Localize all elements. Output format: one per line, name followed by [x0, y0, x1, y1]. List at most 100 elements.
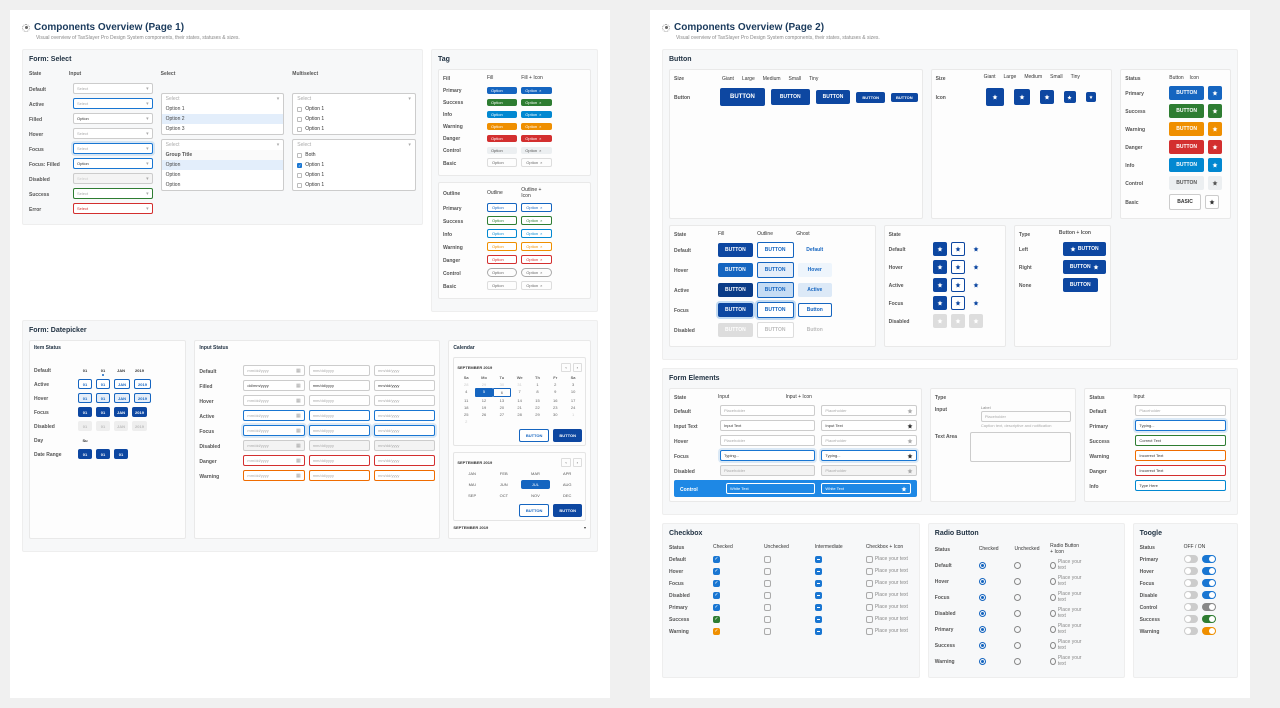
date-chip[interactable]: 01 — [78, 449, 92, 459]
select-option[interactable]: Option 3 — [162, 124, 284, 134]
checkbox[interactable]: ✓ — [713, 556, 720, 563]
tag[interactable]: Option × — [521, 242, 551, 251]
date-chip[interactable]: 2019 — [132, 407, 147, 417]
checkbox[interactable]: ✓ — [713, 568, 720, 575]
calendar-month-cell[interactable]: JAN — [457, 469, 487, 478]
calendar-day[interactable]: 8 — [529, 388, 547, 397]
calendar-day[interactable]: 12 — [475, 397, 493, 404]
date-chip[interactable]: JAN — [114, 393, 130, 403]
calendar-day[interactable]: 7 — [511, 388, 529, 397]
calendar-day[interactable]: 27 — [493, 411, 511, 418]
radio[interactable] — [1014, 562, 1021, 569]
multiselect-dropdown[interactable]: Select▾ Option 1 Option 1 Option 1 — [292, 93, 416, 135]
icon-button[interactable] — [1086, 92, 1096, 102]
calendar-day[interactable]: 9 — [546, 388, 564, 397]
date-input[interactable]: mm/dd/yyyy — [309, 425, 370, 436]
tag[interactable]: Option × — [521, 158, 551, 167]
chevron-left-icon[interactable]: ‹ — [561, 458, 570, 467]
icon-button[interactable] — [933, 242, 947, 256]
button[interactable]: BUTTON — [718, 303, 753, 317]
button[interactable]: BUTTON — [718, 263, 753, 277]
date-input[interactable]: mm/dd/yyyy▦ — [243, 410, 304, 421]
select-option[interactable]: Option — [162, 170, 284, 180]
date-input[interactable]: mm/dd/yyyy — [374, 425, 435, 436]
button[interactable]: Active — [798, 283, 833, 297]
select-dropdown[interactable]: Select▾ Group Title Option Option Option — [161, 139, 285, 191]
tag[interactable]: Option × — [521, 281, 551, 290]
tag[interactable]: Option × — [521, 229, 551, 238]
button[interactable]: Button — [798, 323, 833, 337]
date-chip[interactable]: 2019 — [134, 379, 151, 389]
radio[interactable] — [979, 562, 986, 569]
date-chip[interactable]: 2019 — [134, 393, 151, 403]
date-input[interactable]: mm/dd/yyyy — [374, 410, 435, 421]
checkbox[interactable]: ✓ — [713, 616, 720, 623]
calendar-month-cell[interactable]: OCT — [489, 491, 519, 500]
radio[interactable] — [1050, 594, 1056, 601]
checkbox[interactable] — [866, 628, 873, 635]
tag[interactable]: Option — [487, 111, 517, 118]
text-input[interactable]: Input Text — [821, 420, 916, 431]
toggle[interactable] — [1184, 579, 1198, 587]
button[interactable]: Button — [798, 303, 833, 317]
calendar-day[interactable]: 17 — [564, 397, 582, 404]
icon-button[interactable] — [951, 260, 965, 274]
tag[interactable]: Option — [487, 147, 517, 154]
date-chip[interactable]: JAN — [114, 407, 128, 417]
button[interactable]: BUTTON — [718, 243, 753, 257]
radio[interactable] — [1014, 658, 1021, 665]
calendar-day[interactable]: 23 — [546, 404, 564, 411]
radio[interactable] — [1050, 578, 1056, 585]
text-input[interactable]: Typing... — [1135, 420, 1226, 431]
calendar-ok-button[interactable]: BUTTON — [553, 429, 582, 442]
tag[interactable]: Option × — [521, 203, 551, 212]
toggle[interactable] — [1202, 627, 1216, 635]
toggle[interactable] — [1202, 603, 1216, 611]
radio[interactable] — [979, 594, 986, 601]
text-input[interactable]: White Text — [821, 483, 910, 494]
select-input[interactable]: Option▾ — [73, 158, 153, 169]
checkbox[interactable] — [764, 592, 771, 599]
radio[interactable] — [1014, 642, 1021, 649]
select-input[interactable]: Select▾ — [73, 98, 153, 109]
text-input[interactable]: Placeholder — [1135, 405, 1226, 416]
icon-button[interactable] — [969, 314, 983, 328]
select-option[interactable]: ✓Option 1 — [293, 160, 415, 170]
tag[interactable]: Option × — [521, 147, 551, 154]
text-input[interactable]: Incorrect Text — [1135, 450, 1226, 461]
button[interactable]: BUTTON — [1169, 86, 1204, 100]
select-input[interactable]: Select▾ — [73, 143, 153, 154]
select-option[interactable]: Option 1 — [293, 170, 415, 180]
checkbox[interactable] — [866, 604, 873, 611]
button[interactable]: BUTTON — [771, 89, 810, 105]
text-input[interactable]: Correct Text — [1135, 435, 1226, 446]
button[interactable]: Hover — [798, 263, 833, 277]
date-chip[interactable]: 01 — [96, 379, 110, 389]
button[interactable]: BUTTON — [757, 262, 794, 278]
calendar-month[interactable]: SEPTEMBER 2019 — [457, 460, 492, 465]
toggle[interactable] — [1202, 591, 1216, 599]
date-input[interactable]: mm/dd/yyyy — [374, 365, 435, 376]
calendar-month-cell[interactable]: AUG — [552, 480, 582, 489]
tag[interactable]: Option — [487, 281, 517, 290]
button[interactable]: BUTTON — [891, 93, 918, 102]
checkbox[interactable] — [815, 592, 822, 599]
button[interactable]: BUTTON — [757, 302, 794, 318]
radio[interactable] — [1014, 578, 1021, 585]
tag[interactable]: Option — [487, 216, 517, 225]
toggle[interactable] — [1202, 579, 1216, 587]
select-input[interactable]: Select▾ — [73, 203, 153, 214]
calendar-day[interactable]: 19 — [475, 404, 493, 411]
calendar-day[interactable]: 29 — [529, 411, 547, 418]
icon-button[interactable] — [1040, 90, 1054, 104]
toggle[interactable] — [1202, 615, 1216, 623]
calendar-day[interactable]: 21 — [511, 404, 529, 411]
calendar-day[interactable]: 28 — [511, 411, 529, 418]
icon-button[interactable] — [1014, 89, 1030, 105]
tag[interactable]: Option × — [521, 123, 551, 130]
calendar-day[interactable]: 6 — [493, 388, 511, 397]
calendar-day[interactable]: 24 — [564, 404, 582, 411]
icon-button[interactable] — [969, 296, 983, 310]
date-input[interactable]: mm/dd/yyyy — [374, 380, 435, 391]
icon-button[interactable] — [1208, 140, 1222, 154]
